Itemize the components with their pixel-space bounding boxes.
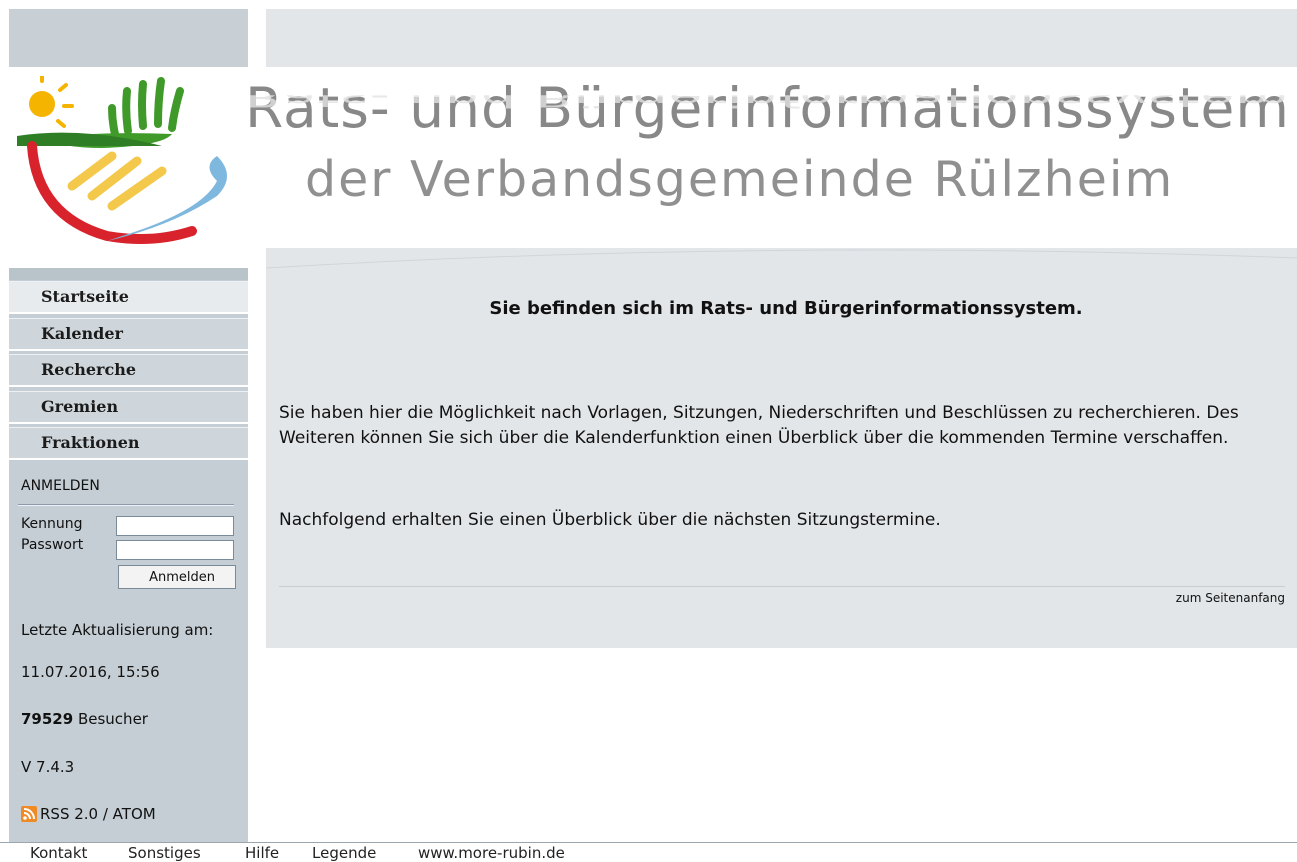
username-field[interactable] (116, 516, 234, 536)
site-title-reflection: Rats- und Bürgerinformationssystem (245, 95, 1290, 113)
header-right-bar (266, 9, 1297, 67)
footer-link-sonstiges[interactable]: Sonstiges (128, 844, 201, 862)
login-heading: ANMELDEN (21, 478, 100, 494)
visitor-counter: 79529 Besucher (21, 710, 148, 728)
municipality-logo (17, 76, 227, 245)
rss-icon (21, 806, 37, 822)
footer-divider (0, 842, 1297, 843)
rss-link[interactable]: RSS 2.0 / ATOM (21, 805, 156, 823)
password-label: Passwort (21, 537, 84, 553)
nav-fraktionen[interactable]: Fraktionen (9, 427, 248, 460)
login-divider (18, 504, 234, 506)
last-update-label: Letzte Aktualisierung am: (21, 621, 214, 639)
sidebar-top-edge (9, 268, 248, 280)
welcome-heading: Sie befinden sich im Rats- und Bürgerinf… (489, 298, 1083, 319)
visitor-label: Besucher (77, 710, 148, 728)
footer-link-more-rubin[interactable]: www.more-rubin.de (418, 844, 565, 862)
version-label: V 7.4.3 (21, 758, 75, 776)
rss-label[interactable]: RSS 2.0 / ATOM (40, 805, 156, 823)
password-field[interactable] (116, 540, 234, 560)
footer-link-hilfe[interactable]: Hilfe (245, 844, 279, 862)
to-top-link[interactable]: zum Seitenanfang (1100, 591, 1285, 605)
content-divider (279, 586, 1285, 587)
intro-paragraph: Sie haben hier die Möglichkeit nach Vorl… (279, 403, 1239, 448)
site-subtitle: der Verbandsgemeinde Rülzheim (305, 151, 1175, 208)
nav-recherche[interactable]: Recherche (9, 354, 248, 387)
overview-paragraph: Nachfolgend erhalten Sie einen Überblick… (279, 510, 941, 530)
content-panel-curve (266, 249, 1297, 278)
footer-link-legende[interactable]: Legende (312, 844, 376, 862)
last-update-date: 11.07.2016, 15:56 (21, 663, 160, 681)
nav-kalender[interactable]: Kalender (9, 318, 248, 351)
username-label: Kennung (21, 516, 83, 532)
login-button[interactable]: Anmelden (118, 565, 236, 589)
nav-gremien[interactable]: Gremien (9, 391, 248, 424)
header-left-bar (9, 9, 248, 67)
nav-startseite[interactable]: Startseite (9, 281, 248, 314)
visitor-count: 79529 (21, 710, 74, 728)
footer-link-kontakt[interactable]: Kontakt (30, 844, 87, 862)
